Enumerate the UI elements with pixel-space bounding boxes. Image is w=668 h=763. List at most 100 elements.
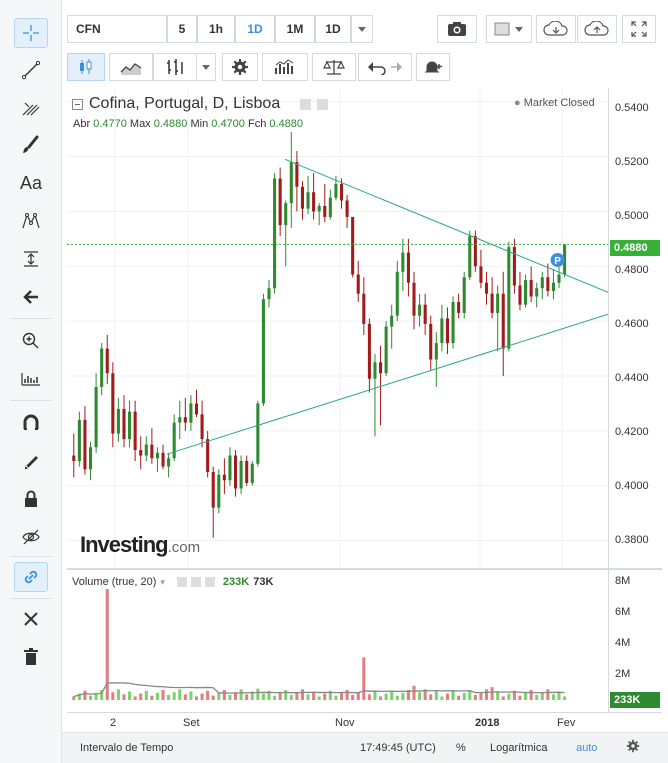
pitchfork-icon[interactable]: [14, 92, 48, 122]
interval-chevron-down-icon[interactable]: [351, 15, 373, 43]
volume-chart-canvas[interactable]: [67, 570, 608, 712]
price-tick: 0.5200: [615, 156, 649, 168]
volume-bar: [161, 690, 165, 700]
arrow-left-icon[interactable]: [14, 282, 48, 312]
volume-bar: [546, 689, 550, 700]
candle-body: [496, 293, 500, 313]
cloud-load-icon[interactable]: [536, 15, 576, 43]
gear-icon[interactable]: [222, 53, 258, 81]
indicators-icon[interactable]: [262, 53, 308, 81]
time-axis[interactable]: 2 Set Nov 2018 Fev: [67, 712, 662, 732]
candle-body: [406, 252, 410, 283]
volume-bar: [228, 695, 232, 700]
price-chart[interactable]: P: [67, 88, 609, 568]
candle-body: [356, 274, 360, 294]
volume-bar: [116, 689, 120, 700]
time-range-button[interactable]: Intervalo de Tempo: [80, 742, 173, 754]
candle-body: [317, 205, 321, 212]
chart-type-chevron-down-icon[interactable]: [196, 53, 216, 81]
volume-bar: [529, 690, 533, 700]
candles-icon[interactable]: [67, 53, 105, 81]
visibility-icon[interactable]: [300, 98, 312, 110]
candle-body: [434, 343, 438, 360]
volume-chevron-down-icon[interactable]: ▾: [160, 577, 165, 588]
price-chart-canvas[interactable]: P: [67, 88, 609, 568]
candle-body: [395, 271, 399, 316]
interval-5[interactable]: 5: [167, 15, 197, 43]
volume-bar: [261, 693, 265, 700]
volume-gear-icon[interactable]: [190, 577, 201, 587]
zoom-icon[interactable]: [14, 326, 48, 356]
volume-close-icon[interactable]: [204, 577, 215, 587]
volume-bar: [373, 691, 377, 700]
volume-bar: [434, 691, 438, 700]
candle-body: [206, 439, 210, 472]
alert-bell-icon[interactable]: [416, 53, 450, 81]
price-axis[interactable]: 0.5400 0.5200 0.5000 0.4800 0.4600 0.440…: [608, 88, 662, 568]
volume-bar: [206, 690, 210, 700]
interval-dropdown[interactable]: 1D: [315, 15, 351, 43]
volume-bar: [295, 692, 299, 700]
candle-body: [83, 419, 87, 470]
price-tick: 0.4200: [615, 426, 649, 438]
time-tick: 2018: [475, 717, 500, 729]
sync-link-icon[interactable]: [14, 562, 48, 592]
fullscreen-icon[interactable]: [622, 15, 656, 43]
candle-body: [295, 162, 299, 187]
volume-bar: [183, 694, 187, 700]
lock-icon[interactable]: [14, 484, 48, 514]
camera-icon[interactable]: [437, 15, 477, 43]
tools-icon[interactable]: [14, 604, 48, 634]
price-tick: 0.3800: [615, 534, 649, 546]
volume-bar: [496, 691, 500, 700]
symbol-input[interactable]: CFN: [67, 15, 167, 43]
candle-body: [116, 408, 120, 434]
area-chart-icon[interactable]: [109, 53, 153, 81]
settings-small-icon[interactable]: [317, 98, 329, 110]
volume-pane[interactable]: [67, 570, 608, 712]
measure-ruler-icon[interactable]: [14, 364, 48, 394]
percent-toggle[interactable]: %: [456, 742, 466, 754]
measure-icon[interactable]: [14, 244, 48, 274]
volume-bar: [507, 693, 511, 700]
candle-body: [267, 288, 271, 300]
candle-body: [300, 186, 304, 209]
trash-icon[interactable]: [14, 642, 48, 672]
current-volume-tag: 233K: [610, 692, 660, 708]
volume-bar: [139, 693, 143, 700]
candle-body: [189, 403, 193, 423]
candle-body: [105, 348, 109, 374]
volume-bar: [172, 692, 176, 700]
volume-bar: [72, 696, 76, 700]
volume-settings-icon[interactable]: [176, 577, 187, 587]
cloud-save-icon[interactable]: [577, 15, 617, 43]
gear-icon[interactable]: [626, 739, 640, 756]
log-toggle[interactable]: Logarítmica: [490, 742, 547, 754]
magnet-icon[interactable]: [14, 408, 48, 438]
bars-chart-icon[interactable]: [153, 53, 197, 81]
volume-axis[interactable]: 8M 6M 4M 2M: [608, 570, 662, 712]
auto-scale-toggle[interactable]: auto: [576, 742, 597, 754]
pencil-lock-icon[interactable]: [14, 446, 48, 476]
compare-scale-icon[interactable]: [312, 53, 356, 81]
current-price-tag: 0.4880: [610, 240, 660, 256]
candle-body: [239, 461, 243, 489]
dividend-marker-label: P: [554, 256, 561, 267]
volume-bar: [217, 692, 221, 700]
candle-body: [334, 184, 338, 198]
pattern-icon[interactable]: [14, 206, 48, 236]
candle-body: [155, 452, 159, 459]
interval-1d[interactable]: 1D: [235, 15, 275, 43]
candle-body: [557, 274, 561, 283]
crosshair-icon[interactable]: [14, 18, 48, 48]
collapse-icon[interactable]: [72, 98, 83, 110]
volume-tick: 8M: [615, 575, 631, 587]
text-tool-icon[interactable]: Aa: [14, 168, 48, 198]
trend-line-icon[interactable]: [14, 55, 48, 85]
brush-icon[interactable]: [14, 130, 48, 160]
candle-body: [457, 301, 461, 313]
interval-1m[interactable]: 1M: [275, 15, 315, 43]
interval-1h[interactable]: 1h: [197, 15, 235, 43]
chart-template-button[interactable]: [486, 15, 532, 43]
hide-eye-icon[interactable]: [14, 522, 48, 552]
